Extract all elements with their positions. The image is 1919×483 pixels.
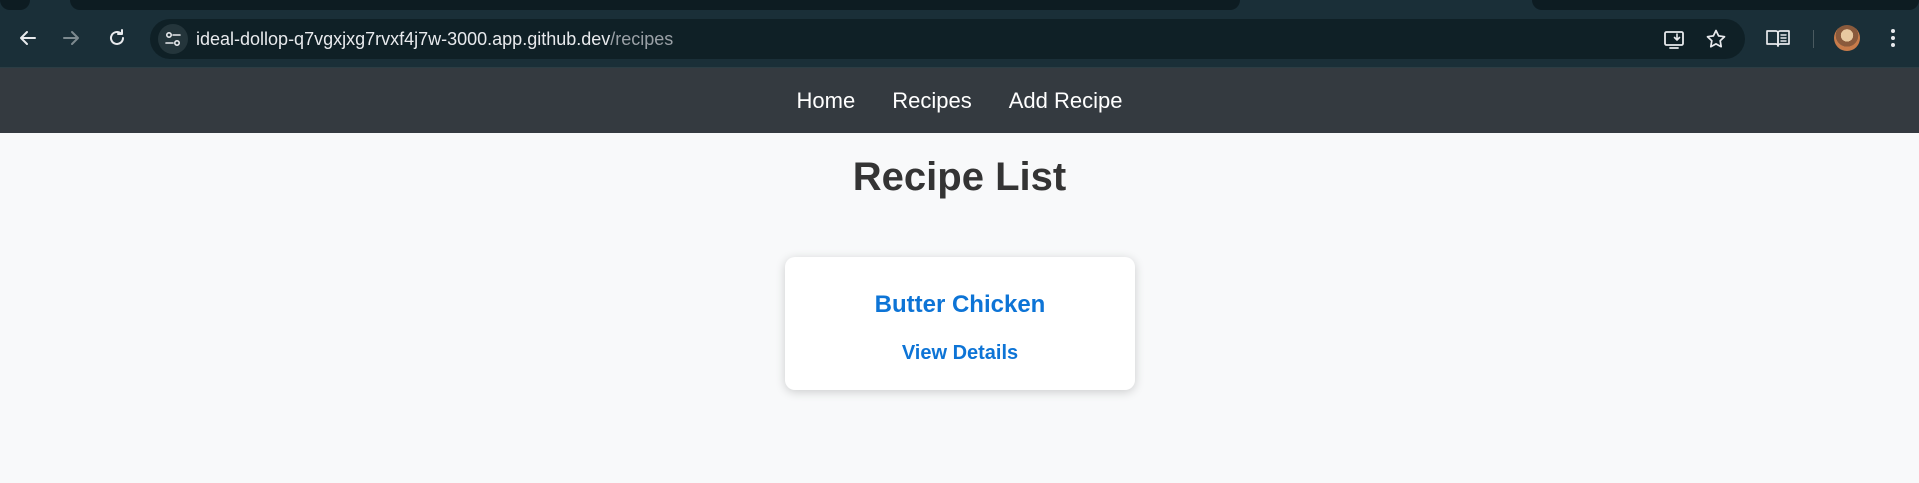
browser-toolbar: ideal-dollop-q7vgxjxg7rvxf4j7w-3000.app.…	[0, 10, 1919, 68]
recipe-name: Butter Chicken	[874, 291, 1046, 318]
reload-button[interactable]	[101, 22, 133, 54]
main-content: Recipe List Butter Chicken View Details	[0, 133, 1919, 483]
url-path: /recipes	[610, 29, 674, 49]
site-info-button[interactable]	[158, 24, 188, 54]
page-title: Recipe List	[852, 155, 1067, 199]
profile-button[interactable]	[1831, 22, 1863, 54]
tab-previous[interactable]	[70, 0, 1240, 10]
browser-menu-button[interactable]	[1877, 22, 1909, 54]
reading-mode-button[interactable]	[1762, 22, 1794, 54]
forward-button[interactable]	[55, 22, 87, 54]
install-app-icon	[1664, 31, 1684, 49]
toolbar-divider	[1813, 30, 1814, 48]
site-navbar: Home Recipes Add Recipe	[0, 68, 1919, 133]
nav-link-recipes[interactable]: Recipes	[892, 88, 971, 114]
tab-left[interactable]	[0, 0, 30, 10]
profile-avatar	[1834, 25, 1860, 51]
reload-icon	[110, 29, 124, 45]
view-details-link[interactable]: View Details	[785, 342, 1135, 365]
nav-link-home[interactable]: Home	[797, 88, 856, 114]
nav-link-add-recipe[interactable]: Add Recipe	[1009, 88, 1123, 114]
bookmark-star-icon	[1706, 29, 1726, 48]
forward-icon	[63, 31, 79, 45]
reading-mode-icon	[1766, 30, 1790, 47]
address-bar[interactable]: ideal-dollop-q7vgxjxg7rvxf4j7w-3000.app.…	[150, 19, 1745, 59]
bookmark-button[interactable]	[1702, 25, 1730, 53]
back-icon	[20, 31, 36, 45]
tab-next[interactable]	[1532, 0, 1919, 10]
site-info-icon	[165, 31, 181, 47]
url-host: ideal-dollop-q7vgxjxg7rvxf4j7w-3000.app.…	[196, 29, 611, 49]
url-text[interactable]: ideal-dollop-q7vgxjxg7rvxf4j7w-3000.app.…	[196, 19, 673, 59]
tab-strip	[0, 0, 1919, 10]
back-button[interactable]	[12, 22, 44, 54]
recipe-card: Butter Chicken View Details	[785, 257, 1135, 390]
menu-kebab-icon	[1891, 29, 1895, 47]
install-app-button[interactable]	[1660, 25, 1688, 53]
